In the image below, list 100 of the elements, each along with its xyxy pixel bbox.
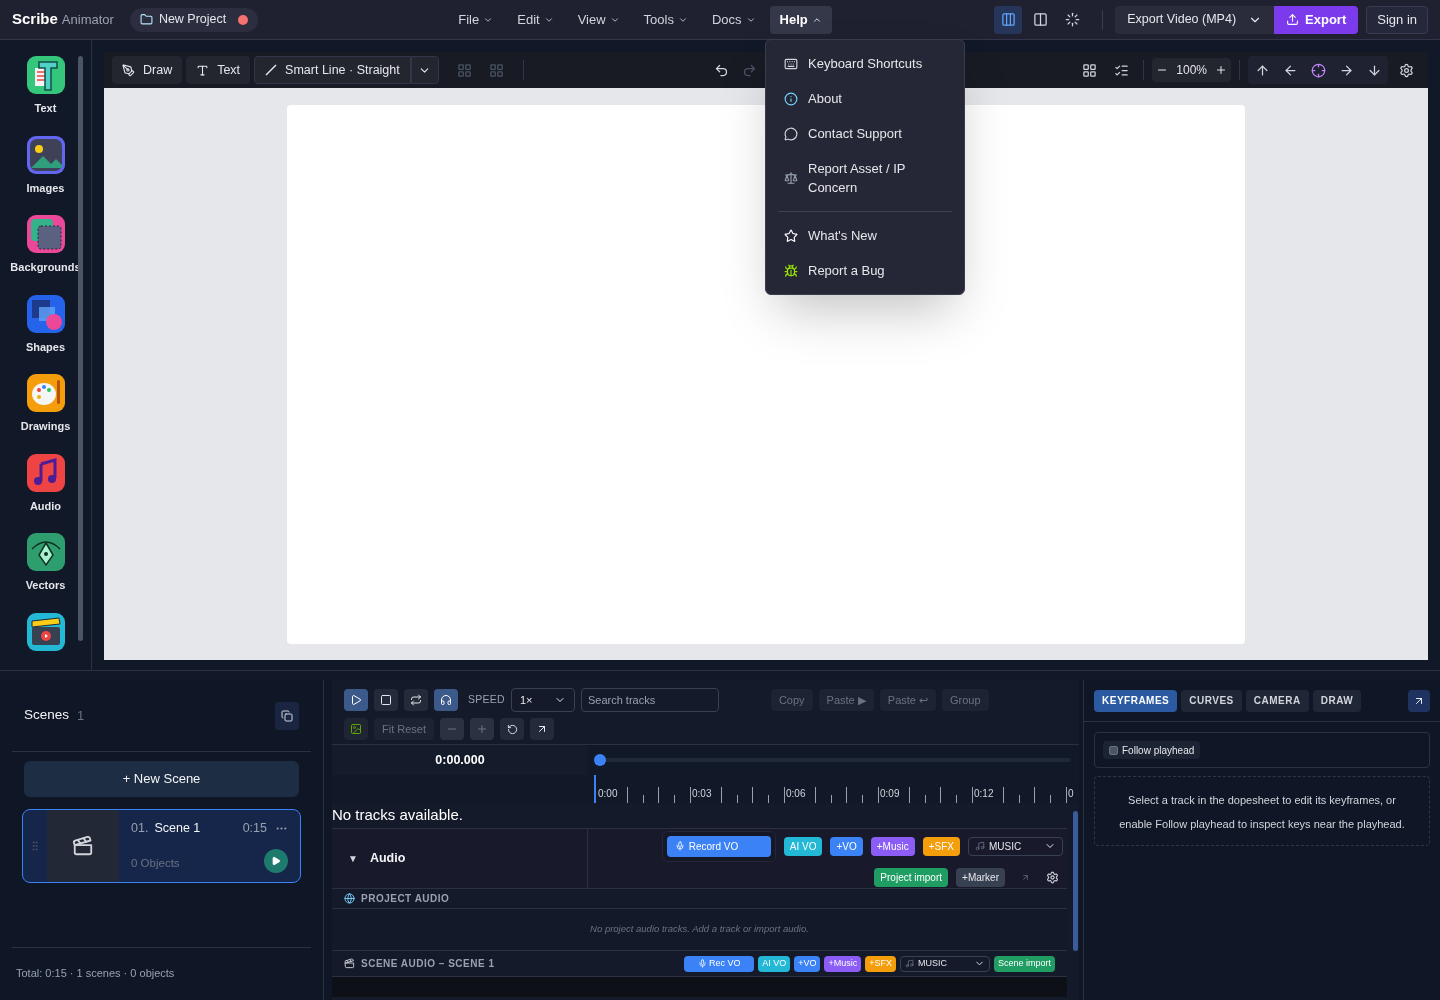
image-tool-icon: [26, 135, 65, 174]
current-time: 0:00.000: [435, 751, 485, 769]
play-icon: [271, 856, 281, 867]
canvas-page[interactable]: [287, 105, 1245, 644]
rec-vo-button[interactable]: Rec VO: [684, 955, 755, 972]
scrollbar[interactable]: [1073, 811, 1078, 951]
music-note-icon: [904, 959, 914, 968]
scene-name: Scene 1: [154, 819, 201, 837]
menu-option[interactable]: What's New: [778, 218, 952, 253]
stop-icon[interactable]: [374, 689, 398, 711]
project-chip[interactable]: New Project: [129, 7, 259, 32]
ruler-label: 0:06: [785, 787, 806, 801]
background-tool-icon: [26, 215, 65, 253]
menu-option[interactable]: Report Asset / IP Concern: [778, 151, 952, 205]
microphone-icon: [697, 959, 707, 968]
sidebar-label[interactable]: Audio: [29, 497, 62, 514]
inspector-tab[interactable]: DRAW: [1312, 689, 1362, 712]
music-select[interactable]: MUSIC: [968, 836, 1063, 856]
image-icon[interactable]: [344, 718, 368, 740]
ruler-label: 0:00: [597, 787, 618, 801]
playhead-slider[interactable]: [594, 754, 1071, 766]
sidebar-label[interactable]: Backgrounds: [10, 259, 81, 276]
ruler-label: 0:03: [691, 787, 712, 801]
scales-icon: [784, 171, 798, 185]
add-track-button[interactable]: +Music: [870, 836, 915, 856]
menu-option[interactable]: Contact Support: [778, 116, 952, 151]
add-track-button[interactable]: +Music: [824, 955, 862, 972]
add-track-button[interactable]: +VO: [830, 836, 863, 856]
zoom-in-icon[interactable]: [1215, 64, 1227, 76]
upload-icon: [1286, 13, 1300, 26]
tool-button[interactable]: Draw: [112, 56, 183, 84]
scrollbar[interactable]: [78, 56, 83, 641]
microphone-icon: [674, 841, 685, 851]
app-title: Scribe: [12, 9, 58, 30]
playhead-handle[interactable]: [594, 754, 606, 766]
new-scene-button[interactable]: + New Scene: [24, 761, 299, 797]
section-title: Audio: [369, 850, 406, 868]
export-format-select[interactable]: Export Video (MP4): [1115, 5, 1275, 34]
settings-icon[interactable]: [1046, 870, 1059, 884]
scene-number: 01.: [131, 819, 149, 837]
add-track-button[interactable]: +VO: [794, 955, 821, 972]
scene-duration: 0:15: [242, 819, 267, 837]
keyboard-icon: [784, 56, 798, 71]
menu-option[interactable]: About: [778, 81, 952, 116]
sidebar-label[interactable]: Drawings: [20, 418, 71, 435]
sidebar-label[interactable]: Text: [34, 100, 57, 117]
record-vo-button[interactable]: Record VO: [666, 835, 771, 857]
layout-icon[interactable]: [994, 5, 1023, 34]
sidebar-label[interactable]: Shapes: [25, 338, 66, 355]
inspector-tab[interactable]: KEYFRAMES: [1094, 689, 1178, 712]
collapse-caret[interactable]: ▼: [348, 851, 358, 866]
app-subtitle: Animator: [61, 10, 114, 29]
info-icon: [784, 91, 798, 106]
line-icon: [265, 64, 278, 76]
play-scene-button[interactable]: [264, 849, 288, 874]
music-select[interactable]: MUSIC: [899, 955, 990, 972]
star-icon: [784, 228, 798, 243]
globe-icon: [344, 893, 355, 904]
section-title: SCENE AUDIO – SCENE 1: [361, 957, 495, 971]
sidebar-label[interactable]: Images: [26, 179, 65, 196]
bug-icon: [784, 263, 798, 278]
speech-bubble-icon: [784, 126, 798, 141]
inspector-tab[interactable]: CURVES: [1181, 689, 1242, 712]
reset-icon[interactable]: [500, 718, 524, 740]
clapperboard-icon: [344, 958, 355, 969]
hint-text: Select a track in the dopesheet to edit its keyframes, or enable Follow playhead to inspect keys near the playhead.: [1119, 794, 1405, 830]
tool-button[interactable]: Text: [186, 56, 251, 84]
scene-count: 1: [77, 706, 85, 725]
tool-button[interactable]: Smart Line · Straight: [254, 56, 411, 84]
drag-handle-icon[interactable]: [29, 840, 41, 852]
follow-playhead-checkbox[interactable]: Follow playhead: [1103, 741, 1201, 759]
menu-option[interactable]: Report a Bug: [778, 253, 952, 288]
menu-item[interactable]: Edit: [507, 5, 564, 34]
expand-icon[interactable]: [1408, 689, 1430, 712]
ruler-label: 0:09: [879, 787, 900, 801]
clapperboard-icon: [72, 835, 94, 857]
sign-in-button[interactable]: Sign in: [1366, 5, 1428, 34]
clapperboard-icon: [26, 612, 65, 651]
export-button[interactable]: Export: [1274, 5, 1359, 34]
menu-item[interactable]: View: [567, 5, 630, 34]
speed-select[interactable]: 1×: [510, 688, 575, 712]
speed-label: SPEED: [468, 692, 505, 708]
search-tracks-field[interactable]: Search tracks: [580, 688, 719, 712]
folder-icon: [139, 13, 153, 26]
play-icon[interactable]: [344, 689, 368, 711]
sidebar-label[interactable]: Vectors: [25, 577, 66, 594]
palette-icon: [26, 374, 65, 412]
inspector-tab[interactable]: CAMERA: [1245, 689, 1309, 712]
text-icon: [196, 63, 210, 77]
add-marker-button[interactable]: +Marker: [956, 867, 1005, 887]
menu-item[interactable]: Tools: [633, 5, 698, 34]
headphones-icon[interactable]: [434, 689, 458, 711]
expand-icon[interactable]: [530, 718, 554, 740]
loop-icon[interactable]: [404, 689, 428, 711]
duplicate-icon[interactable]: [275, 701, 299, 730]
menu-item[interactable]: File: [448, 5, 504, 34]
menu-item[interactable]: Help: [769, 5, 832, 34]
scene-card[interactable]: 01. Scene 1 0:15 0 Objects: [22, 809, 301, 883]
menu-item[interactable]: Docs: [701, 5, 766, 34]
menu-option[interactable]: Keyboard Shortcuts: [778, 46, 952, 81]
